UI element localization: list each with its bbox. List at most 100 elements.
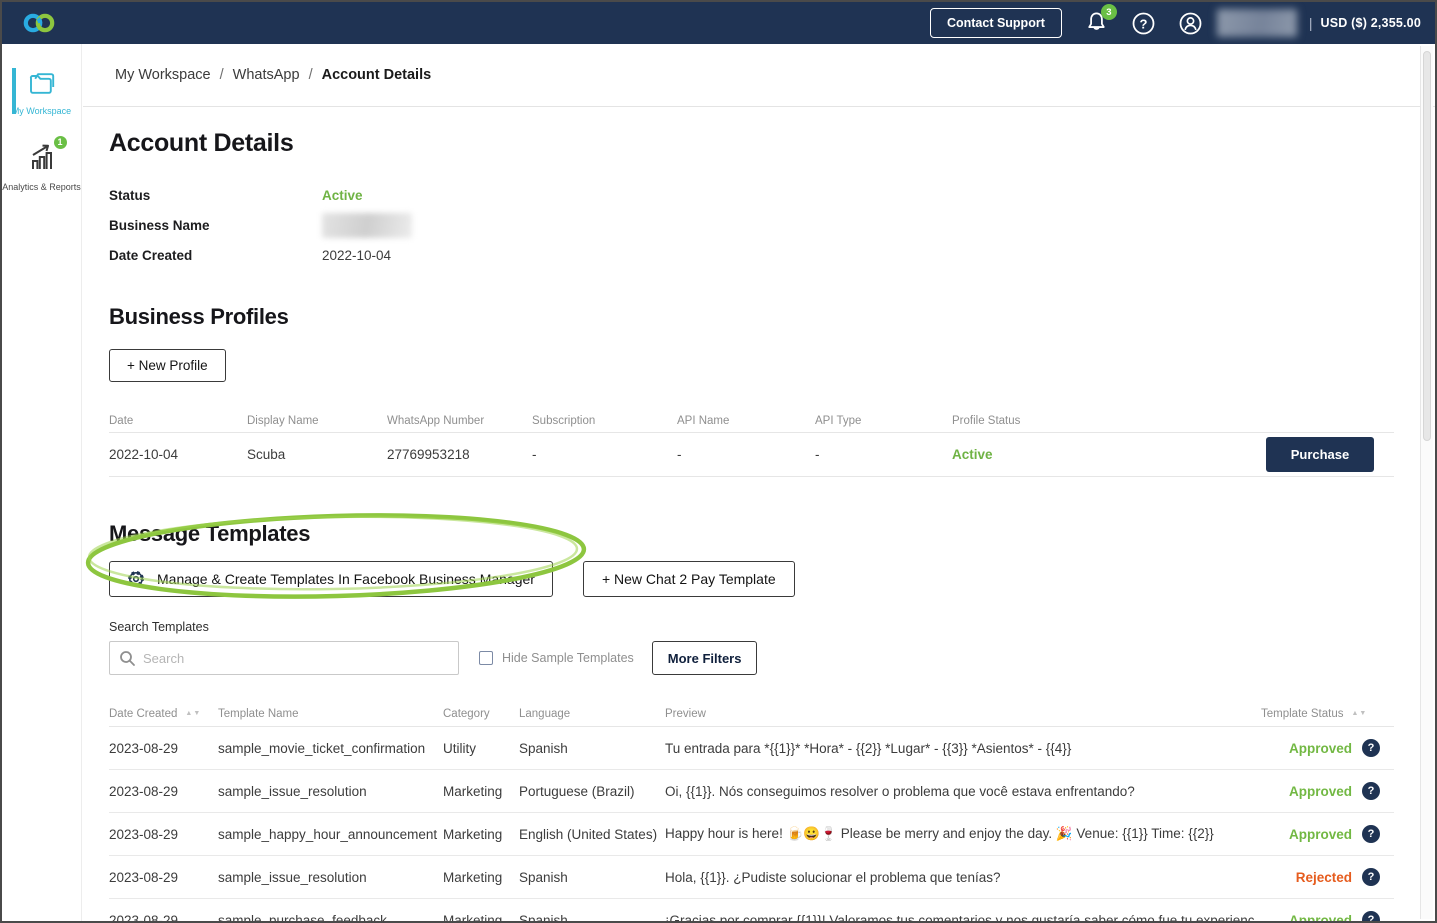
template-category: Marketing [443, 870, 519, 885]
template-row[interactable]: 2023-08-29 sample_movie_ticket_confirmat… [109, 727, 1394, 770]
template-date: 2023-08-29 [109, 870, 218, 885]
status-help-icon[interactable]: ? [1362, 825, 1380, 843]
sidebar-item-analytics-reports[interactable]: 1 Analytics & Reports [2, 142, 81, 194]
business-profiles-title: Business Profiles [109, 304, 1394, 330]
manage-create-templates-button[interactable]: Manage & Create Templates In Facebook Bu… [109, 561, 553, 597]
vertical-scrollbar[interactable] [1420, 46, 1433, 919]
column-header: Display Name [247, 415, 387, 427]
help-icon[interactable]: ? [1131, 11, 1156, 36]
breadcrumb-separator: / [309, 67, 313, 83]
template-name: sample_happy_hour_announcement [218, 827, 443, 842]
template-status: Approved [1289, 827, 1352, 842]
column-header-date-created[interactable]: Date Created [109, 708, 177, 720]
status-help-icon[interactable]: ? [1362, 782, 1380, 800]
account-details-fields: Status Active Business Name Date Created… [109, 180, 1394, 270]
message-templates-title: Message Templates [109, 521, 1394, 547]
profile-date: 2022-10-04 [109, 447, 247, 462]
analytics-badge: 1 [53, 135, 68, 150]
breadcrumb-whatsapp[interactable]: WhatsApp [233, 67, 300, 83]
main-content-area: My Workspace / WhatsApp / Account Detail… [83, 44, 1435, 921]
business-profile-row: 2022-10-04 Scuba 27769953218 - - - Activ… [109, 433, 1394, 477]
column-header: WhatsApp Number [387, 415, 532, 427]
purchase-button[interactable]: Purchase [1266, 437, 1374, 472]
search-input[interactable] [143, 651, 458, 666]
column-header: API Type [815, 415, 952, 427]
column-header-language: Language [519, 708, 665, 720]
sidebar-item-label: Analytics & Reports [2, 182, 81, 194]
date-created-label: Date Created [109, 248, 322, 263]
analytics-chart-icon: 1 [27, 142, 57, 177]
whatsapp-account-details-page: Contact Support 3 ? [0, 0, 1437, 923]
hide-sample-checkbox[interactable] [479, 651, 493, 665]
more-filters-button[interactable]: More Filters [652, 641, 758, 675]
template-preview: Oi, {{1}}. Nós conseguimos resolver o pr… [665, 784, 1254, 799]
hide-sample-templates-toggle[interactable]: Hide Sample Templates [479, 651, 634, 665]
template-status: Approved [1289, 784, 1352, 799]
status-help-icon[interactable]: ? [1362, 911, 1380, 921]
status-label: Status [109, 188, 322, 203]
header-divider: | [1309, 15, 1313, 31]
sort-arrows-icon[interactable]: ▲▼ [1351, 710, 1367, 717]
template-date: 2023-08-29 [109, 741, 218, 756]
template-category: Utility [443, 741, 519, 756]
scrollbar-thumb[interactable] [1423, 51, 1431, 441]
template-category: Marketing [443, 913, 519, 922]
date-created-field: Date Created 2022-10-04 [109, 240, 1394, 270]
template-row[interactable]: 2023-08-29 sample_purchase_feedback Mark… [109, 899, 1394, 921]
template-category: Marketing [443, 784, 519, 799]
templates-table-header: Date Created ▲▼ Template Name Category L… [109, 701, 1394, 727]
account-profile-icon[interactable] [1178, 11, 1203, 36]
profile-subscription: - [532, 447, 677, 462]
top-navigation-bar: Contact Support 3 ? [2, 2, 1435, 44]
column-header: Profile Status [952, 415, 1264, 427]
template-date: 2023-08-29 [109, 913, 218, 922]
business-profiles-table: Date Display Name WhatsApp Number Subscr… [109, 409, 1394, 477]
profile-status: Active [952, 447, 1264, 462]
column-header: Date [109, 415, 247, 427]
template-name: sample_issue_resolution [218, 870, 443, 885]
search-icon [119, 650, 136, 667]
left-sidebar: My Workspace 1 Analytics & Reports [2, 44, 82, 921]
breadcrumb: My Workspace / WhatsApp / Account Detail… [83, 44, 1435, 107]
template-preview: Happy hour is here! 🍺😀🍷 Please be merry … [665, 826, 1254, 842]
status-help-icon[interactable]: ? [1362, 868, 1380, 886]
template-date: 2023-08-29 [109, 784, 218, 799]
template-name: sample_movie_ticket_confirmation [218, 741, 443, 756]
template-language: English (United States) [519, 827, 665, 842]
template-status: Approved [1289, 913, 1352, 922]
hide-sample-label: Hide Sample Templates [502, 651, 634, 665]
account-balance: USD ($) 2,355.00 [1321, 16, 1421, 30]
gear-icon [127, 570, 145, 588]
contact-support-button[interactable]: Contact Support [930, 8, 1062, 38]
template-row[interactable]: 2023-08-29 sample_happy_hour_announcemen… [109, 813, 1394, 856]
template-preview: ¡Gracias por comprar {{1}}! Valoramos tu… [665, 913, 1254, 922]
template-row[interactable]: 2023-08-29 sample_issue_resolution Marke… [109, 770, 1394, 813]
new-profile-button[interactable]: + New Profile [109, 349, 226, 382]
template-name: sample_purchase_feedback [218, 913, 443, 922]
sort-arrows-icon[interactable]: ▲▼ [185, 710, 201, 717]
template-status: Rejected [1296, 870, 1352, 885]
template-language: Spanish [519, 741, 665, 756]
notification-count-badge: 3 [1101, 4, 1117, 20]
template-language: Portuguese (Brazil) [519, 784, 665, 799]
template-category: Marketing [443, 827, 519, 842]
column-header-template-name: Template Name [218, 708, 443, 720]
column-header: Subscription [532, 415, 677, 427]
status-field: Status Active [109, 180, 1394, 210]
column-header-template-status[interactable]: Template Status [1261, 708, 1343, 720]
template-preview: Hola, {{1}}. ¿Pudiste solucionar el prob… [665, 870, 1254, 885]
template-preview: Tu entrada para *{{1}}* *Hora* - {{2}} *… [665, 741, 1254, 756]
date-created-value: 2022-10-04 [322, 248, 391, 263]
brand-logo-icon[interactable] [20, 11, 58, 35]
folder-icon [27, 70, 57, 101]
template-row[interactable]: 2023-08-29 sample_issue_resolution Marke… [109, 856, 1394, 899]
status-help-icon[interactable]: ? [1362, 739, 1380, 757]
sidebar-item-label: My Workspace [12, 106, 71, 118]
column-header-category: Category [443, 708, 519, 720]
profile-api-type: - [815, 447, 952, 462]
new-chat2pay-template-button[interactable]: + New Chat 2 Pay Template [583, 561, 795, 597]
notifications-bell-icon[interactable]: 3 [1084, 10, 1109, 36]
breadcrumb-my-workspace[interactable]: My Workspace [115, 67, 211, 83]
column-header: API Name [677, 415, 815, 427]
breadcrumb-account-details: Account Details [322, 67, 432, 83]
